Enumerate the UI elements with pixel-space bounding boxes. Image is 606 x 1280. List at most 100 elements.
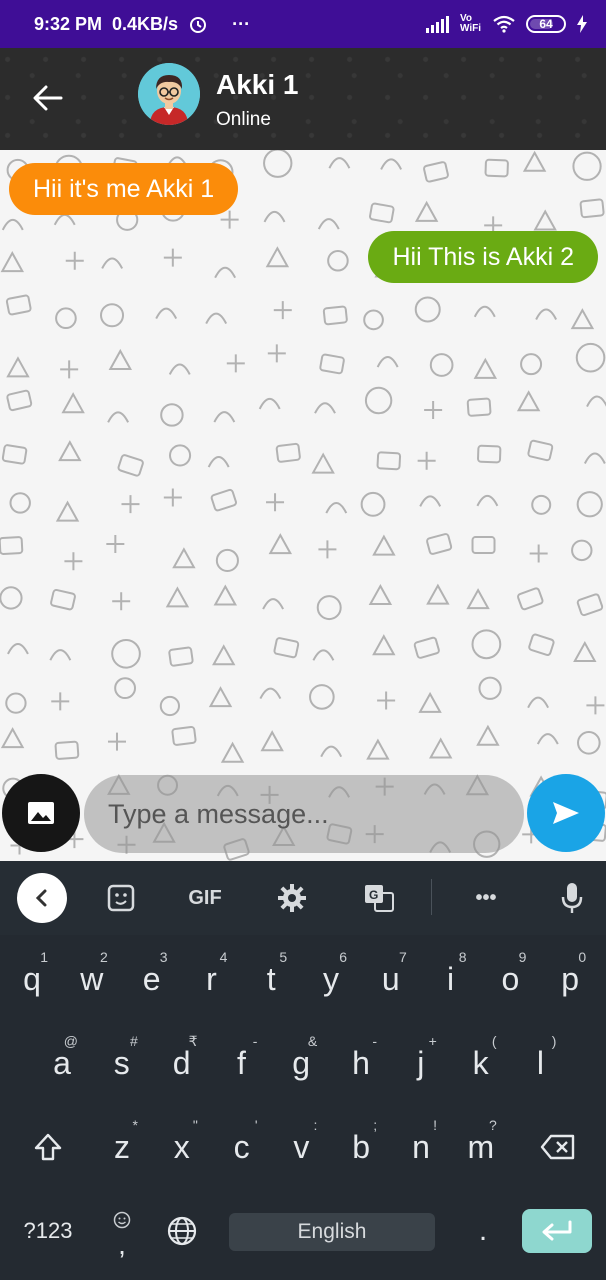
key-hint: 0 — [578, 949, 587, 965]
key-i[interactable]: 8i — [423, 937, 479, 1021]
key-n[interactable]: ! n — [393, 1105, 449, 1189]
key-p[interactable]: 0p — [542, 937, 598, 1021]
send-icon — [553, 802, 579, 824]
key-m[interactable]: ? m — [453, 1105, 509, 1189]
key-t[interactable]: 5t — [243, 937, 299, 1021]
key-hint: " — [192, 1117, 198, 1133]
wallpaper-doodle — [424, 400, 443, 419]
microphone-icon — [561, 883, 583, 913]
wallpaper-doodle — [423, 161, 449, 183]
message-incoming[interactable]: Hii it's me Akki 1 — [9, 163, 239, 215]
period-key[interactable]: . — [455, 1189, 511, 1273]
key-x[interactable]: " x — [154, 1105, 210, 1189]
key-e[interactable]: 3e — [124, 937, 180, 1021]
keyboard-settings-button[interactable] — [267, 873, 317, 923]
key-hint: ; — [373, 1117, 378, 1133]
wallpaper-doodle — [322, 305, 348, 326]
key-f[interactable]: -f — [213, 1021, 269, 1105]
wallpaper-doodle — [368, 583, 393, 606]
wallpaper-doodle — [168, 363, 191, 375]
wallpaper-doodle — [1, 444, 28, 465]
key-hint: + — [428, 1033, 437, 1049]
arrow-left-icon — [33, 85, 63, 111]
emoji-comma-key[interactable]: , — [94, 1189, 150, 1273]
wallpaper-doodle — [259, 687, 282, 700]
key-u[interactable]: 7u — [363, 937, 419, 1021]
chat-area[interactable]: Hii it's me Akki 1 Hii This is Akki 2 — [0, 150, 606, 861]
key-label: d — [172, 1044, 191, 1081]
key-b[interactable]: ; b — [333, 1105, 389, 1189]
keyboard-collapse-button[interactable] — [17, 873, 67, 923]
message-outgoing[interactable]: Hii This is Akki 2 — [368, 231, 598, 283]
comma-label: , — [118, 1229, 126, 1260]
avatar[interactable] — [138, 63, 200, 125]
enter-key[interactable] — [522, 1209, 592, 1253]
wallpaper-doodle — [220, 741, 245, 763]
keyboard-toolbar: GIF G ••• — [0, 861, 606, 935]
key-q[interactable]: 1q — [4, 937, 60, 1021]
key-s[interactable]: # s — [94, 1021, 150, 1105]
voice-input-button[interactable] — [547, 873, 597, 923]
wallpaper-doodle — [163, 488, 182, 507]
wallpaper-doodle — [0, 586, 23, 610]
wallpaper-doodle — [466, 588, 490, 610]
space-bar[interactable]: English — [229, 1213, 435, 1251]
key-l[interactable]: ) l — [512, 1021, 568, 1105]
key-o[interactable]: 9o — [482, 937, 538, 1021]
wallpaper-doodle — [520, 353, 543, 376]
back-button[interactable] — [26, 76, 70, 120]
backspace-key[interactable] — [520, 1105, 596, 1189]
wallpaper-doodle — [418, 691, 442, 713]
wallpaper-doodle — [473, 305, 496, 318]
more-options-button[interactable]: ••• — [461, 873, 511, 923]
wallpaper-doodle — [101, 257, 124, 269]
translate-button[interactable]: G — [354, 873, 404, 923]
sticker-button[interactable] — [96, 873, 146, 923]
wallpaper-doodle — [61, 392, 85, 414]
key-hint: & — [307, 1033, 318, 1049]
wallpaper-doodle — [579, 198, 605, 219]
wallpaper-doodle — [65, 251, 84, 270]
key-hint: : — [313, 1117, 318, 1133]
key-hint: 5 — [279, 949, 288, 965]
wallpaper-doodle — [263, 150, 293, 178]
gif-button[interactable]: GIF — [180, 873, 230, 923]
send-button[interactable] — [527, 774, 605, 852]
shift-key[interactable] — [10, 1105, 86, 1189]
key-j[interactable]: + j — [393, 1021, 449, 1105]
key-row-1: 1q2w3e4r5t6y7u8i9o0p — [0, 937, 606, 1021]
key-g[interactable]: & g — [273, 1021, 329, 1105]
key-hint: ) — [551, 1033, 557, 1049]
wallpaper-doodle — [107, 732, 126, 751]
wallpaper-doodle — [366, 738, 390, 760]
message-input[interactable] — [84, 775, 524, 853]
wallpaper-doodle — [54, 740, 80, 760]
key-h[interactable]: -h — [333, 1021, 389, 1105]
wallpaper-doodle — [527, 696, 549, 709]
wallpaper-doodle — [575, 342, 606, 373]
key-v[interactable]: :v — [273, 1105, 329, 1189]
key-row-3: * z " x ' c: v; b! n? m — [0, 1105, 606, 1189]
wallpaper-doodle — [380, 158, 403, 170]
wallpaper-doodle — [55, 500, 80, 522]
symbols-key[interactable]: ?123 — [8, 1189, 88, 1273]
language-key[interactable] — [154, 1189, 210, 1273]
wallpaper-doodle — [275, 442, 301, 463]
key-r[interactable]: 4r — [183, 937, 239, 1021]
wallpaper-doodle — [207, 456, 230, 468]
attach-image-button[interactable] — [2, 774, 80, 852]
enter-icon — [542, 1220, 572, 1241]
key-w[interactable]: 2w — [64, 937, 120, 1021]
wallpaper-doodle — [107, 411, 130, 423]
key-label: g — [292, 1044, 311, 1081]
key-k[interactable]: (k — [453, 1021, 509, 1105]
key-d[interactable]: ₹ d — [154, 1021, 210, 1105]
wallpaper-doodle — [577, 731, 601, 755]
key-c[interactable]: ' c — [214, 1105, 270, 1189]
key-y[interactable]: 6y — [303, 937, 359, 1021]
key-hint: ₹ — [188, 1033, 198, 1049]
key-z[interactable]: * z — [94, 1105, 150, 1189]
wallpaper-doodle — [205, 312, 228, 325]
key-a[interactable]: @ a — [34, 1021, 90, 1105]
image-icon — [28, 802, 54, 824]
